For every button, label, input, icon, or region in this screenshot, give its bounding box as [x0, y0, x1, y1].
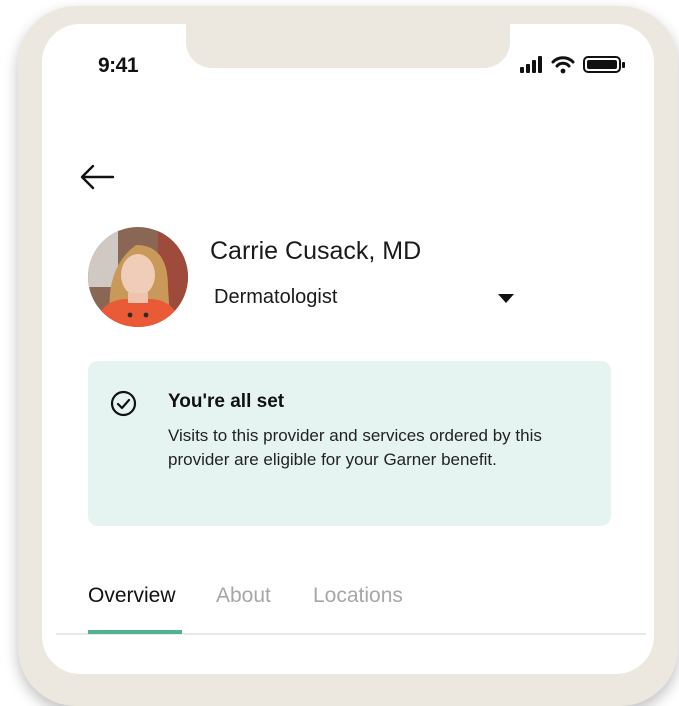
tab-about[interactable]: About: [216, 584, 271, 608]
back-arrow-icon[interactable]: [79, 163, 115, 191]
screen: [42, 24, 654, 674]
active-tab-indicator: [88, 630, 182, 634]
status-icons: [520, 56, 625, 74]
avatar: [88, 227, 188, 327]
tab-locations[interactable]: Locations: [313, 584, 403, 608]
battery-icon: [583, 56, 625, 73]
specialty-label: Dermatologist: [214, 286, 338, 308]
tab-overview[interactable]: Overview: [88, 584, 176, 608]
provider-name: Carrie Cusack, MD: [210, 237, 422, 265]
eligibility-alert: You're all set Visits to this provider a…: [88, 361, 611, 526]
signal-icon: [520, 56, 542, 73]
alert-message: Visits to this provider and services ord…: [168, 426, 542, 469]
status-time: 9:41: [98, 54, 139, 77]
wifi-icon: [551, 56, 575, 74]
phone-notch: [186, 18, 510, 68]
specialty-dropdown[interactable]: Dermatologist: [210, 284, 520, 314]
caret-down-icon: [498, 294, 514, 303]
alert-title: You're all set: [168, 391, 285, 412]
check-circle-icon: [110, 390, 137, 417]
